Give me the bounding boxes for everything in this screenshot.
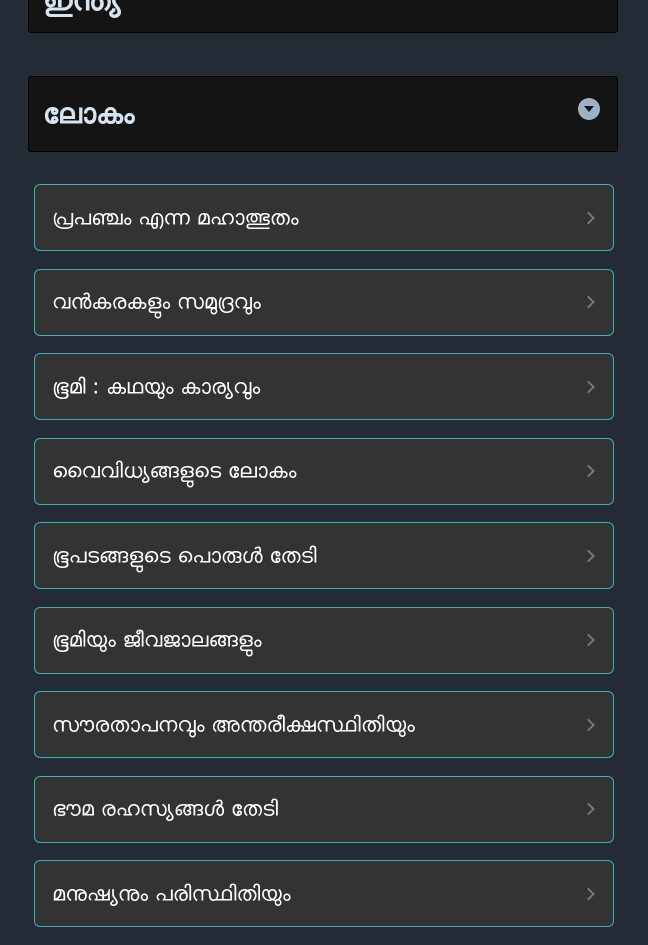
chapter-item[interactable]: പ്രപഞ്ചം എന്ന മഹാത്ഭുതം (34, 184, 614, 251)
chevron-right-icon (582, 295, 595, 309)
chevron-right-icon (582, 380, 595, 393)
chevron-right-icon (582, 633, 595, 647)
chevron-down-circle-icon[interactable] (578, 98, 600, 120)
chevron-right-icon (582, 464, 595, 478)
chapter-item[interactable]: വൻകരകളും സമുദ്രവും (34, 268, 614, 336)
chapter-list: പ്രപഞ്ചം എന്ന മഹാത്ഭുതം വൻകരകളും സമുദ്രവ… (34, 184, 614, 945)
current-section-title: ലോകം (43, 97, 135, 130)
chevron-right-icon (582, 802, 595, 816)
chapter-label: ഭൂമി : കഥയും കാര്യവും (52, 374, 261, 398)
chapter-item[interactable]: സൗരതാപനവും അന്തരീക്ഷസ്ഥിതിയും (34, 691, 614, 758)
chapter-label: സൗരതാപനവും അന്തരീക്ഷസ്ഥിതിയും (52, 712, 415, 736)
chapter-label: ഭൂമിയും ജീവജാലങ്ങളും (52, 627, 262, 652)
chapter-item[interactable]: ഭൂമി : കഥയും കാര്യവും (34, 353, 614, 420)
chapter-item[interactable]: മനുഷ്യനും പരിസ്ഥിതിയും (34, 860, 614, 927)
chevron-right-icon (582, 887, 595, 900)
chapter-label: പ്രപഞ്ചം എന്ന മഹാത്ഭുതം (52, 205, 299, 229)
current-section-header[interactable]: ലോകം (28, 76, 618, 152)
previous-section-header[interactable]: ഇന്ത്യ (28, 0, 618, 33)
chapter-item[interactable]: ഭൂപടങ്ങളുടെ പൊരുൾ തേടി (34, 522, 614, 589)
chapter-label: മനുഷ്യനും പരിസ്ഥിതിയും (52, 881, 291, 905)
chapter-label: ഭൂപടങ്ങളുടെ പൊരുൾ തേടി (52, 543, 317, 567)
chapter-item[interactable]: ഭൂമിയും ജീവജാലങ്ങളും (34, 606, 614, 674)
chapter-label: വൻകരകളും സമുദ്രവും (52, 289, 261, 314)
chevron-right-icon (582, 211, 595, 224)
chapter-item[interactable]: ഭൗമ രഹസ്യങ്ങൾ തേടി (34, 775, 614, 843)
previous-section-title: ഇന്ത്യ (43, 0, 121, 18)
chapter-item[interactable]: വൈവിധ്യങ്ങളുടെ ലോകം (34, 437, 614, 505)
chevron-right-icon (582, 549, 595, 562)
chapter-label: ഭൗമ രഹസ്യങ്ങൾ തേടി (52, 796, 279, 821)
chapter-label: വൈവിധ്യങ്ങളുടെ ലോകം (52, 458, 297, 483)
chevron-right-icon (582, 718, 595, 731)
